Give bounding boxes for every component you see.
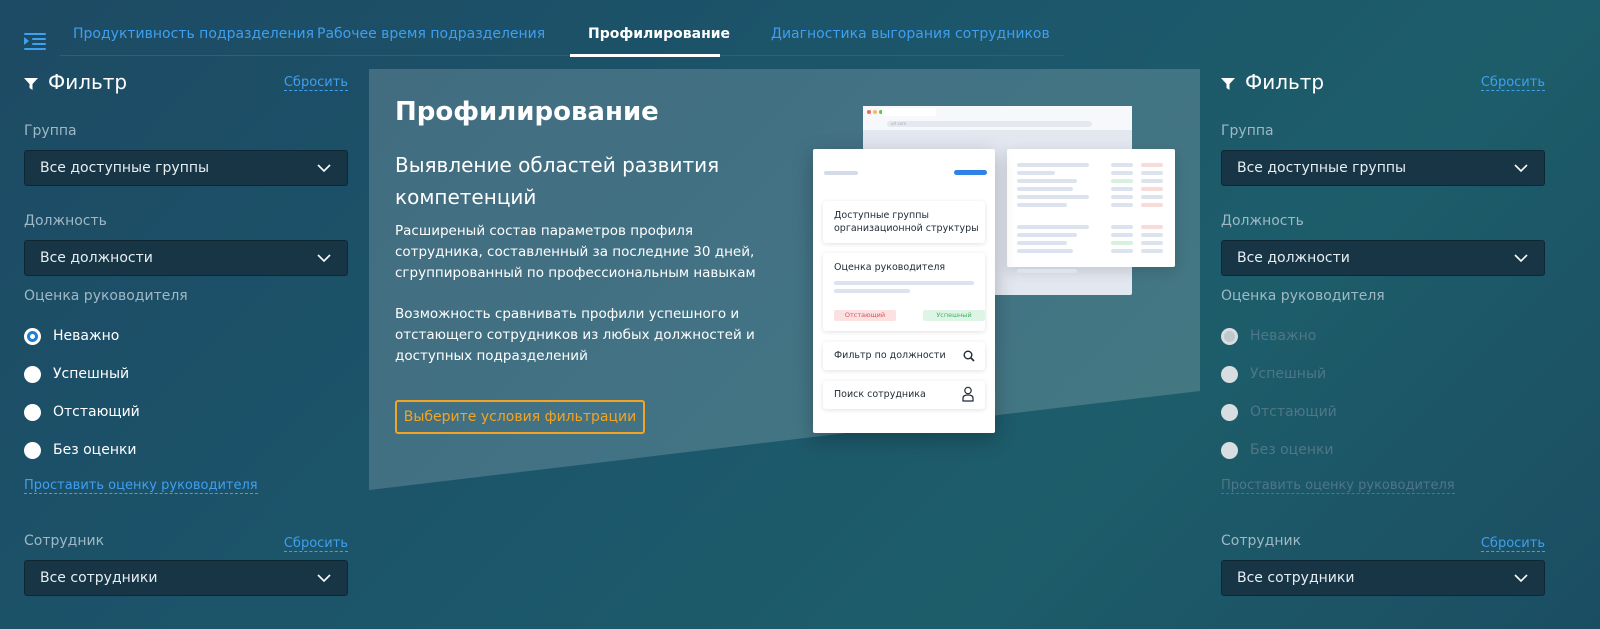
group-select-value: Все доступные группы — [1237, 160, 1407, 176]
chevron-down-icon — [317, 574, 331, 583]
hero-description-2: Возможность сравнивать профили успешного… — [395, 306, 755, 364]
illustration-browser-bar: url.com — [863, 106, 1132, 130]
illustration-chip-lagging: Отстающий — [834, 310, 896, 321]
position-select-value: Все должности — [40, 250, 153, 266]
position-label: Должность — [24, 213, 107, 229]
employee-label: Сотрудник — [24, 533, 105, 549]
illustration-chip-success: Успешный — [923, 310, 985, 321]
filter-panel-left: Фильтр Сбросить Группа Все доступные гру… — [24, 70, 348, 596]
illustration-rating-title: Оценка руководителя — [834, 262, 946, 273]
group-label: Группа — [1221, 123, 1274, 139]
filter-panel-right: Фильтр Сбросить Группа Все доступные гру… — [1221, 70, 1545, 596]
illustration-table — [1007, 149, 1175, 273]
set-manager-rating-link: Проставить оценку руководителя — [1221, 478, 1455, 494]
radio — [1221, 366, 1238, 383]
radio-label: Отстающий — [1250, 404, 1337, 420]
group-label: Группа — [24, 123, 77, 139]
filter-icon — [1221, 78, 1235, 90]
position-select-value: Все должности — [1237, 250, 1350, 266]
filter-reset-link[interactable]: Сбросить — [283, 75, 348, 91]
illustration-employee-search-item: Поиск сотрудника — [823, 381, 985, 409]
manager-rating-label: Оценка руководителя — [1221, 288, 1385, 304]
radio-label: Неважно — [53, 328, 120, 344]
illustration-browser-tab — [882, 108, 936, 116]
radio[interactable] — [24, 442, 41, 459]
radio[interactable] — [24, 404, 41, 421]
filter-title: Фильтр — [1245, 70, 1325, 94]
filter-title: Фильтр — [48, 70, 128, 94]
illustration-employee-search-text: Поиск сотрудника — [834, 389, 926, 400]
radio — [1221, 404, 1238, 421]
employee-select[interactable]: Все сотрудники — [24, 560, 348, 596]
hero-subtitle: Выявление областей развития компетенций — [395, 153, 720, 209]
employee-select-value: Все сотрудники — [1237, 570, 1355, 586]
tab-profiling[interactable]: Профилирование — [588, 26, 730, 42]
employee-reset-link[interactable]: Сбросить — [1480, 536, 1545, 552]
employee-label: Сотрудник — [1221, 533, 1302, 549]
radio-label: Без оценки — [53, 442, 137, 458]
set-manager-rating-link[interactable]: Проставить оценку руководителя — [24, 478, 258, 494]
window-dot-icon — [873, 110, 877, 114]
illustration-filter-card: Доступные группы организационной структу… — [813, 149, 995, 433]
chevron-down-icon — [317, 254, 331, 263]
manager-rating-label: Оценка руководителя — [24, 288, 188, 304]
radio-label: Без оценки — [1250, 442, 1334, 458]
radio-label: Отстающий — [53, 404, 140, 420]
radio[interactable] — [24, 366, 41, 383]
sidebar-toggle-icon[interactable] — [24, 32, 46, 50]
employee-select[interactable]: Все сотрудники — [1221, 560, 1545, 596]
chevron-down-icon — [1514, 164, 1528, 173]
group-select[interactable]: Все доступные группы — [1221, 150, 1545, 186]
position-select[interactable]: Все должности — [24, 240, 348, 276]
illustration-rating-item: Оценка руководителя Отстающий Успешный — [823, 253, 985, 331]
tab-department-productivity[interactable]: Продуктивность подразделения — [73, 26, 314, 42]
tab-bar: Продуктивность подразделения Рабочее вре… — [60, 18, 1064, 57]
employee-reset-link[interactable]: Сбросить — [283, 536, 348, 552]
radio-selected[interactable] — [24, 328, 41, 345]
filter-reset-link[interactable]: Сбросить — [1480, 75, 1545, 91]
window-dot-icon — [867, 110, 871, 114]
illustration-url-bar: url.com — [887, 121, 1092, 127]
hero-title: Профилирование — [395, 97, 659, 127]
tab-department-work-time[interactable]: Рабочее время подразделения — [317, 26, 545, 42]
group-select-value: Все доступные группы — [40, 160, 210, 176]
position-label: Должность — [1221, 213, 1304, 229]
radio-label: Успешный — [53, 366, 130, 382]
chevron-down-icon — [1514, 574, 1528, 583]
employee-select-value: Все сотрудники — [40, 570, 158, 586]
user-icon — [962, 386, 974, 402]
chevron-down-icon — [317, 164, 331, 173]
filter-icon — [24, 78, 38, 90]
radio-label: Успешный — [1250, 366, 1327, 382]
active-tab-indicator — [570, 54, 720, 57]
radio — [1221, 442, 1238, 459]
profiling-hero: Профилирование Выявление областей развит… — [369, 69, 1200, 490]
position-select[interactable]: Все должности — [1221, 240, 1545, 276]
select-filter-conditions-button[interactable]: Выберите условия фильтрации — [395, 400, 645, 434]
radio-label: Неважно — [1250, 328, 1317, 344]
illustration-position-filter-text: Фильтр по должности — [834, 350, 946, 361]
tab-burnout-diagnostics[interactable]: Диагностика выгорания сотрудников — [771, 26, 1050, 42]
illustration-groups-text: Доступные группы организационной структу… — [834, 210, 979, 234]
illustration-position-filter-item: Фильтр по должности — [823, 342, 985, 370]
chevron-down-icon — [1514, 254, 1528, 263]
radio-selected — [1221, 328, 1238, 345]
group-select[interactable]: Все доступные группы — [24, 150, 348, 186]
hero-description-1: Расширеный состав параметров профиля сот… — [395, 223, 756, 281]
search-icon — [963, 350, 975, 362]
illustration-groups-item: Доступные группы организационной структу… — [823, 201, 985, 243]
